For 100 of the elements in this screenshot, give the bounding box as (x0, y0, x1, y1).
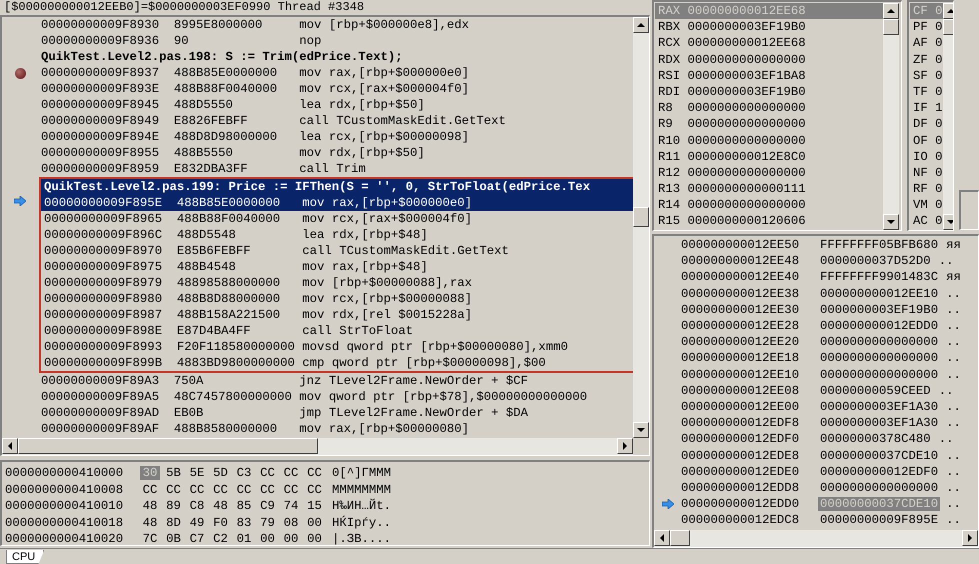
flag-row[interactable]: VM 0 (910, 197, 943, 214)
flag-row[interactable]: OF 0 (910, 132, 943, 149)
cpu-tab[interactable]: CPU (6, 550, 44, 564)
instruction-row[interactable]: 00000000009F89AF 488B8580000000 mov rax,[rbp+$00000080] (38, 421, 633, 437)
register-row[interactable]: R12 0000000000000000 (655, 164, 883, 182)
instruction-row[interactable]: 00000000009F8979 48898588000000 mov [rbp+$00000088],rax (41, 275, 633, 291)
memory-byte[interactable]: CC (210, 482, 230, 497)
scroll-left-button[interactable] (654, 530, 670, 546)
memory-byte[interactable]: 00 (304, 516, 324, 530)
instruction-row[interactable]: 00000000009F899B 4883BD9800000000 cmp qword ptr [rbp+$00000098],$00 (41, 355, 633, 371)
memory-byte[interactable]: 0B (164, 532, 184, 545)
memory-byte[interactable]: 49 (187, 516, 207, 530)
memory-byte[interactable]: 01 (234, 532, 254, 545)
vertical-scrollbar[interactable] (633, 17, 649, 438)
memory-byte[interactable]: CC (258, 482, 278, 497)
memory-byte[interactable]: CC (304, 466, 324, 480)
register-row[interactable]: RBX 0000000003EF19B0 (655, 19, 883, 36)
memory-byte[interactable]: C3 (234, 466, 254, 480)
instruction-row[interactable]: 00000000009F8945 488D5550 lea rdx,[rbp+$50] (38, 97, 633, 113)
register-row[interactable]: RDX 0000000000000000 (655, 52, 883, 68)
instruction-row[interactable]: 00000000009F8930 8995E8000000 mov [rbp+$000000e8],edx (38, 17, 633, 33)
instruction-row[interactable]: 00000000009F8965 488B88F0040000 mov rcx,[rax+$000004f0] (41, 211, 633, 227)
register-row[interactable]: R15 0000000000120606 (655, 213, 883, 230)
stack-value[interactable]: 0000000003EF1A30 (818, 416, 940, 430)
instruction-row[interactable]: 00000000009F894E 488D8D98000000 lea rcx,[rbp+$00000098] (38, 129, 633, 145)
instruction-row[interactable]: 00000000009F8970 E85B6FEBFF call TCustomMaskEdit.GetText (41, 243, 633, 259)
flag-row[interactable]: DF 0 (910, 116, 943, 132)
memory-byte[interactable]: 48 (140, 516, 160, 530)
memory-byte[interactable]: 83 (234, 516, 254, 530)
flag-row[interactable]: AC 0 (910, 213, 943, 230)
memory-byte[interactable]: CC (164, 482, 184, 497)
memory-byte[interactable]: 74 (281, 499, 301, 514)
vertical-scrollbar[interactable] (883, 3, 899, 230)
horizontal-scrollbar[interactable] (2, 438, 633, 455)
memory-byte[interactable]: CC (304, 482, 324, 497)
memory-byte[interactable]: 00 (304, 532, 324, 545)
stack-value[interactable]: 0000000000000000 (818, 368, 940, 382)
instruction-row[interactable]: 00000000009F896C 488D5548 lea rdx,[rbp+$48] (41, 227, 633, 243)
instruction-row[interactable]: 00000000009F8975 488B4548 mov rax,[rbp+$48] (41, 259, 633, 275)
memory-byte[interactable]: 48 (140, 499, 160, 514)
memory-byte[interactable]: CC (234, 482, 254, 497)
source-line[interactable]: QuikTest.Level2.pas.198: S := Trim(edPrice.Text); (38, 49, 633, 65)
stack-value[interactable]: 0000000000000000 (818, 351, 940, 366)
memory-byte[interactable]: 7C (140, 532, 160, 545)
scroll-right-button[interactable] (617, 438, 633, 454)
memory-byte[interactable]: CC (187, 482, 207, 497)
flag-row[interactable]: RF 0 (910, 181, 943, 198)
memory-byte[interactable]: 5D (210, 466, 230, 480)
stack-value[interactable]: FFFFFFFF05BFB680 (818, 238, 940, 252)
memory-byte[interactable]: 15 (304, 499, 324, 514)
memory-byte[interactable]: 85 (234, 499, 254, 514)
register-row[interactable]: RSI 0000000003EF1BA8 (655, 68, 883, 84)
instruction-row[interactable]: 00000000009F8936 90 nop (38, 33, 633, 49)
stack-value[interactable]: 00000000378C480 (818, 432, 933, 446)
memory-byte[interactable]: 5B (164, 466, 184, 480)
scroll-thumb[interactable] (18, 438, 318, 454)
memory-byte[interactable]: 00 (258, 532, 278, 545)
flag-row[interactable]: IO 0 (910, 148, 943, 165)
stack-value[interactable]: 0000000003EF19B0 (818, 302, 940, 317)
stack-value[interactable]: 0000000003EF1A30 (818, 400, 940, 414)
stack-value[interactable]: 00000000037CDE10 (818, 448, 940, 463)
horizontal-scrollbar[interactable] (654, 530, 978, 547)
register-row[interactable]: RCX 000000000012EE68 (655, 35, 883, 52)
scroll-thumb[interactable] (633, 207, 649, 227)
memory-byte[interactable]: CC (140, 482, 160, 497)
breakpoint-icon[interactable] (14, 68, 26, 78)
register-row[interactable]: R13 0000000000000111 (655, 181, 883, 198)
stack-value[interactable]: 0000000000000000 (818, 335, 940, 350)
memory-byte[interactable]: F0 (210, 516, 230, 530)
scroll-down-button[interactable] (883, 214, 899, 230)
instruction-row[interactable]: 00000000009F893E 488B88F0040000 mov rcx,[rax+$000004f0] (38, 81, 633, 97)
memory-byte[interactable]: 00 (281, 532, 301, 545)
instruction-row[interactable]: 00000000009F898E E87D4BA4FF call StrToFloat (41, 323, 633, 339)
scroll-left-button[interactable] (2, 438, 18, 454)
memory-byte[interactable]: C9 (258, 499, 278, 514)
scroll-down-button[interactable] (633, 422, 649, 438)
flag-row[interactable]: PF 0 (910, 19, 943, 36)
memory-byte[interactable]: 5E (187, 466, 207, 480)
stack-value[interactable]: 0000000000000000 (818, 480, 940, 495)
flag-row[interactable]: SF 0 (910, 68, 943, 84)
memory-byte[interactable]: CC (281, 466, 301, 480)
instruction-row[interactable]: 00000000009F8937 488B85E0000000 mov rax,[rbp+$000000e0] (38, 65, 633, 81)
instruction-row[interactable]: 00000000009F8993 F20F118580000000 movsd qword ptr [rbp+$00000080],xmm0 (41, 339, 633, 355)
instruction-row[interactable]: 00000000009F8980 488B8D88000000 mov rcx,[rbp+$00000088] (41, 291, 633, 307)
scroll-right-button[interactable] (962, 530, 978, 546)
instruction-row[interactable]: 00000000009F8955 488B5550 mov rdx,[rbp+$50] (38, 145, 633, 161)
scroll-thumb[interactable] (670, 530, 690, 546)
flag-row[interactable]: AF 0 (910, 35, 943, 52)
register-row[interactable]: R11 000000000012E8C0 (655, 148, 883, 165)
register-row[interactable]: R9 0000000000000000 (655, 116, 883, 132)
register-row[interactable]: R14 0000000000000000 (655, 197, 883, 214)
stack-value[interactable]: 000000000012EDF0 (818, 464, 940, 479)
memory-byte[interactable]: 79 (258, 516, 278, 530)
memory-byte[interactable]: C2 (210, 532, 230, 545)
memory-byte[interactable]: 89 (164, 499, 184, 514)
memory-byte[interactable]: 48 (210, 499, 230, 514)
stack-value[interactable]: 00000000059CEED (818, 384, 933, 398)
register-row[interactable]: RDI 0000000003EF19B0 (655, 84, 883, 100)
instruction-row[interactable]: 00000000009F8987 488B158A221500 mov rdx,[rel $0015228a] (41, 307, 633, 323)
memory-byte[interactable]: CC (281, 482, 301, 497)
